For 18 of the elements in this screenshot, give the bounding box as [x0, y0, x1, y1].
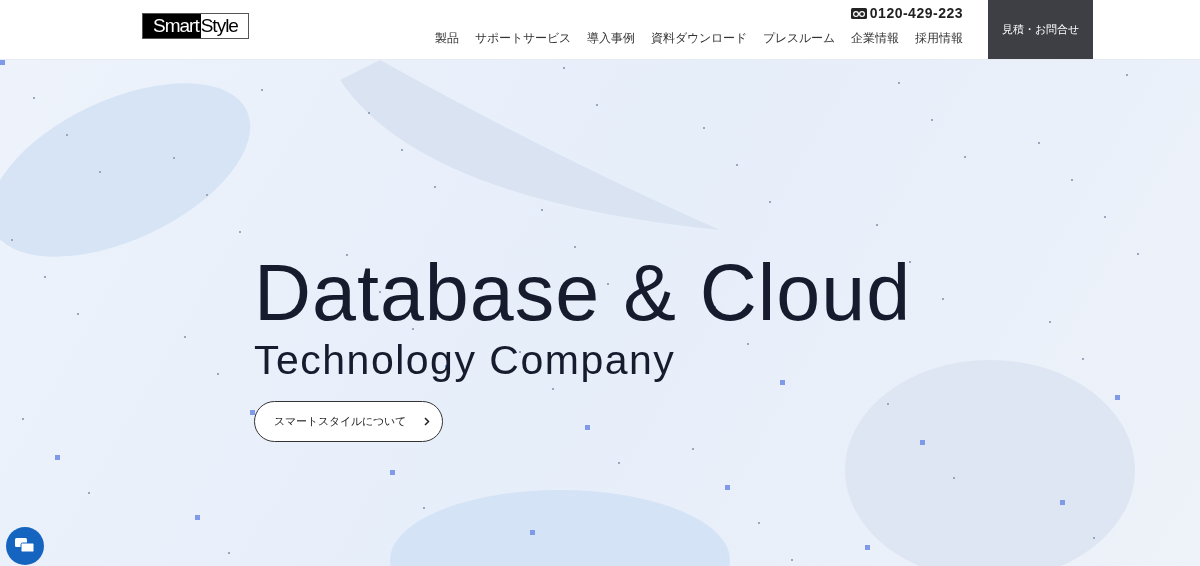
about-button[interactable]: スマートスタイルについて	[254, 401, 443, 442]
phone-icon	[850, 7, 867, 19]
chevron-right-icon	[424, 417, 430, 426]
logo-text: Smart	[143, 13, 201, 38]
nav-link[interactable]: 製品	[435, 30, 459, 47]
hero-subtitle: Technology Company	[254, 336, 676, 384]
chat-button[interactable]	[6, 527, 44, 565]
nav-link[interactable]: プレスルーム	[763, 30, 835, 47]
hero-title: Database & Cloud	[254, 250, 912, 336]
contact-button[interactable]: 見積・お問合せ	[988, 0, 1093, 59]
nav-link[interactable]: 資料ダウンロード	[651, 30, 747, 47]
phone-number: 0120-429-223	[869, 5, 963, 21]
nav-link[interactable]: サポートサービス	[475, 30, 571, 47]
nav-link[interactable]: 企業情報	[851, 30, 899, 47]
chat-icon	[15, 538, 35, 554]
logo[interactable]: SmartStyle	[142, 12, 249, 39]
nav-link[interactable]: 採用情報	[915, 30, 963, 47]
nav-link[interactable]: 導入事例	[587, 30, 635, 47]
